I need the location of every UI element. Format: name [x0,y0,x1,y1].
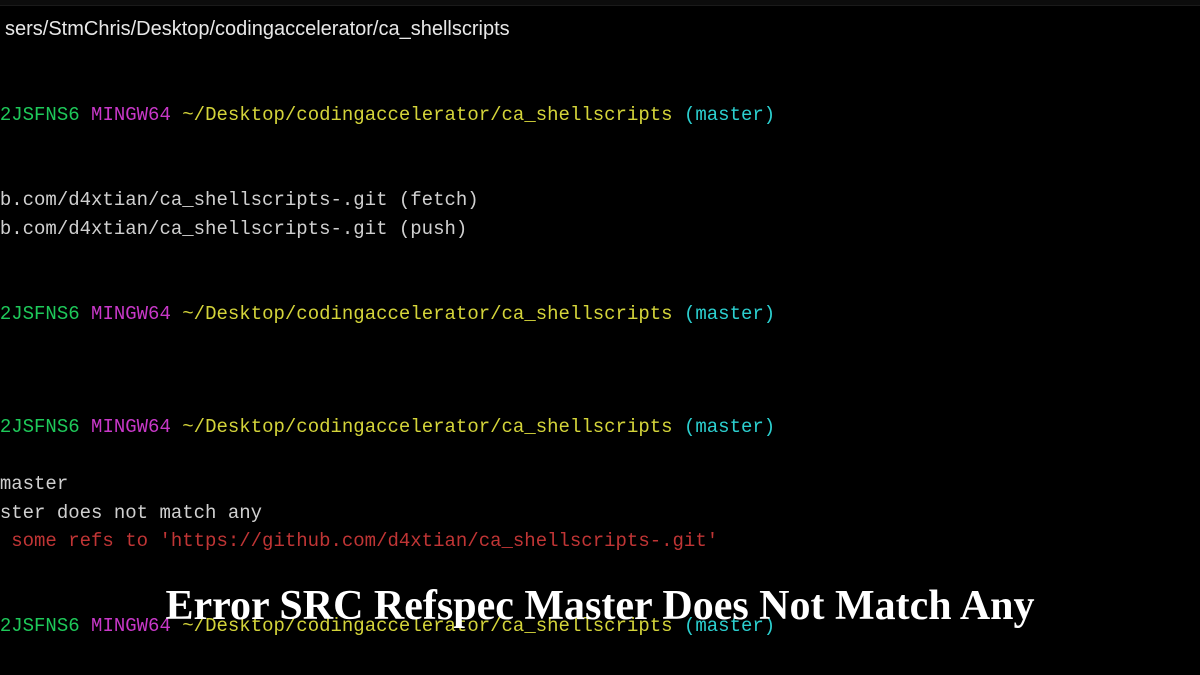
cwd: ~/Desktop/codingaccelerator/ca_shellscri… [182,416,672,438]
host: P-B2JSFNS6 [0,104,80,126]
branch: (master) [684,416,775,438]
prompt-line-3: P-B2JSFNS6 MINGW64 ~/Desktop/codingaccel… [0,385,1200,471]
env: MINGW64 [91,303,171,325]
prompt-line-1: P-B2JSFNS6 MINGW64 ~/Desktop/codingaccel… [0,72,1200,158]
prompt-line-2: P-B2JSFNS6 MINGW64 ~/Desktop/codingaccel… [0,271,1200,357]
host: P-B2JSFNS6 [0,416,80,438]
image-caption: Error SRC Refspec Master Does Not Match … [0,582,1200,630]
error-push-failed-line: to push some refs to 'https://github.com… [0,527,1200,556]
git-command-line: origin master [0,470,1200,499]
output-line: / [0,158,1200,187]
error-refspec-line: spec master does not match any [0,499,1200,528]
host: P-B2JSFNS6 [0,303,80,325]
env: MINGW64 [91,416,171,438]
branch: (master) [684,104,775,126]
branch: (master) [684,303,775,325]
remote-push-line: //github.com/d4xtian/ca_shellscripts-.gi… [0,215,1200,244]
current-path: sers/StmChris/Desktop/codingaccelerator/… [0,14,1200,44]
remote-fetch-line: //github.com/d4xtian/ca_shellscripts-.gi… [0,186,1200,215]
env: MINGW64 [91,104,171,126]
cwd: ~/Desktop/codingaccelerator/ca_shellscri… [182,104,672,126]
cwd: ~/Desktop/codingaccelerator/ca_shellscri… [182,303,672,325]
terminal-output: sers/StmChris/Desktop/codingaccelerator/… [0,6,1200,669]
